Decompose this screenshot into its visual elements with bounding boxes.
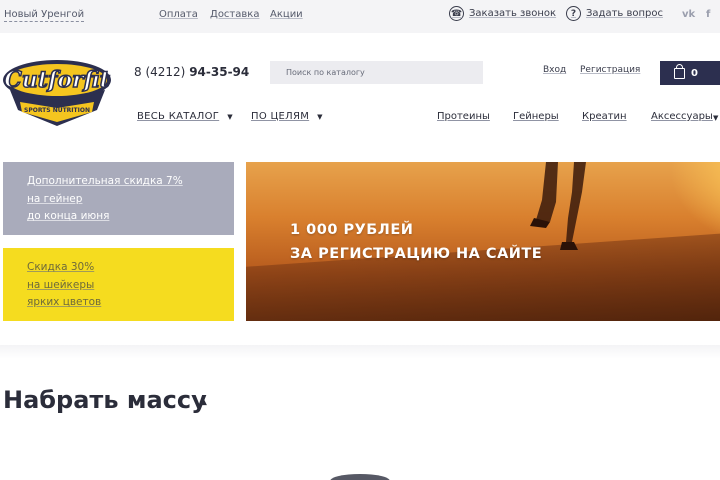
nav-item-gainers[interactable]: Гейнеры xyxy=(513,111,559,122)
cart-count: 0 xyxy=(691,67,698,79)
promo-line: на шейкеры xyxy=(27,278,95,291)
promo-line: на гейнер xyxy=(27,192,83,205)
banner-title-line1: 1 000 РУБЛЕЙ xyxy=(290,222,414,238)
catalog-dropdown[interactable]: ВЕСЬ КАТАЛОГ ▼ xyxy=(137,111,233,122)
logo[interactable]: Cutforfit SPORTS NUTRITION xyxy=(0,52,115,130)
goals-dropdown[interactable]: ПО ЦЕЛЯМ ▼ xyxy=(251,111,323,122)
ask-question-label: Задать вопрос xyxy=(586,8,663,19)
promo-line: ярких цветов xyxy=(27,296,102,308)
cart-button[interactable]: 0 xyxy=(660,61,720,85)
nav-item-proteins[interactable]: Протеины xyxy=(437,111,490,122)
phone-icon: ☎ xyxy=(449,6,464,21)
nav-link-promotions[interactable]: Акции xyxy=(270,9,303,21)
phone-main: 94-35-94 xyxy=(189,65,250,79)
top-bar: Новый Уренгой Оплата Доставка Акции ☎ За… xyxy=(0,0,720,33)
question-icon: ? xyxy=(566,6,581,21)
caret-down-icon: ▼ xyxy=(227,112,233,121)
nav-link-delivery[interactable]: Доставка xyxy=(210,9,259,21)
caret-down-icon: ▼ xyxy=(713,114,719,122)
catalog-label: ВЕСЬ КАТАЛОГ xyxy=(137,111,220,122)
search-input[interactable] xyxy=(270,61,483,84)
caret-down-icon: ▼ xyxy=(317,112,323,121)
nav-item-creatine[interactable]: Креатин xyxy=(582,111,627,122)
logo-subtitle: SPORTS NUTRITION xyxy=(24,107,90,114)
section-title: Набрать массу xyxy=(3,386,207,414)
runner-image xyxy=(530,162,586,250)
register-link[interactable]: Регистрация xyxy=(580,65,640,75)
promo-card-shakers[interactable]: Скидка 30% на шейкеры ярких цветов xyxy=(3,248,234,321)
product-image-partial xyxy=(330,474,390,480)
shopping-bag-icon xyxy=(674,63,685,79)
callback-label: Заказать звонок xyxy=(469,8,557,19)
facebook-icon[interactable]: f xyxy=(706,9,710,20)
hero-banner[interactable]: 1 000 РУБЛЕЙ ЗА РЕГИСТРАЦИЮ НА САЙТЕ xyxy=(246,162,720,321)
promo-line: Скидка 30% xyxy=(27,261,95,273)
promo-line: до конца июня xyxy=(27,210,110,222)
nav-link-payment[interactable]: Оплата xyxy=(159,9,198,21)
city-selector[interactable]: Новый Уренгой xyxy=(4,9,85,22)
nav-item-accessories[interactable]: Аксессуары xyxy=(651,111,713,122)
callback-button[interactable]: ☎ Заказать звонок xyxy=(449,6,556,21)
goals-label: ПО ЦЕЛЯМ xyxy=(251,111,310,122)
logo-text: Cutforfit xyxy=(4,67,110,93)
section-divider xyxy=(0,345,720,359)
vk-icon[interactable]: vk xyxy=(682,9,695,20)
login-link[interactable]: Вход xyxy=(543,65,566,75)
ask-question-button[interactable]: ? Задать вопрос xyxy=(566,6,663,21)
caret-up-icon[interactable]: ▲ xyxy=(200,397,207,407)
phone-prefix: 8 (4212) xyxy=(134,65,186,79)
banner-title-line2: ЗА РЕГИСТРАЦИЮ НА САЙТЕ xyxy=(290,246,543,262)
phone-number[interactable]: 8 (4212) 94-35-94 xyxy=(134,65,249,79)
promo-card-gainer[interactable]: Дополнительная скидка 7% на гейнер до ко… xyxy=(3,162,234,235)
promo-line: Дополнительная скидка 7% xyxy=(27,175,183,187)
banner-road xyxy=(246,230,720,321)
